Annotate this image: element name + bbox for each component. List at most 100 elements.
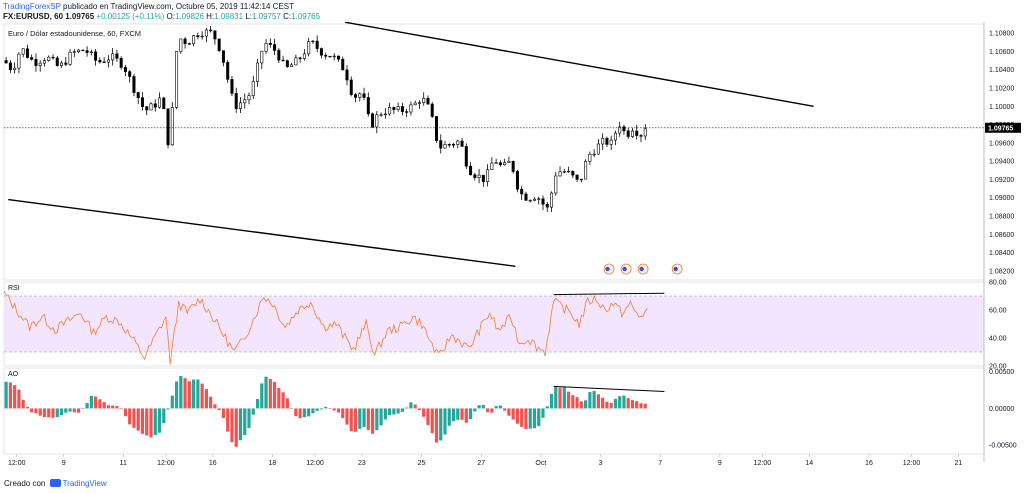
price-pane-title: Euro / Dólar estadounidense, 60, FXCM xyxy=(8,29,141,38)
ao-bar xyxy=(298,408,302,419)
ao-bar xyxy=(311,408,315,414)
ao-bar xyxy=(383,408,387,420)
price-pane[interactable]: Euro / Dólar estadounidense, 60, FXCM 1.1… xyxy=(3,22,1021,281)
tradingview-chart[interactable]: Euro / Dólar estadounidense, 60, FXCM 1.1… xyxy=(0,22,1024,476)
price-candle xyxy=(136,92,140,98)
price-candle xyxy=(294,57,298,66)
ao-bar xyxy=(575,397,579,409)
ao-bar xyxy=(566,391,571,409)
price-candle xyxy=(51,56,55,59)
price-candle xyxy=(77,49,81,53)
ao-bar xyxy=(486,408,490,413)
ao-bar xyxy=(149,408,153,438)
price-candle xyxy=(515,171,519,190)
price-candle xyxy=(273,44,277,51)
ao-bar xyxy=(622,395,626,409)
price-candle xyxy=(243,99,247,104)
price-candle xyxy=(375,114,379,128)
price-candle xyxy=(268,43,272,45)
flag-icon xyxy=(673,266,678,272)
ao-bar xyxy=(230,408,234,443)
price-candle xyxy=(341,58,345,71)
time-tick-label: 25 xyxy=(418,460,426,467)
price-tick-label: 1.08600 xyxy=(989,232,1014,239)
ao-bar xyxy=(468,408,473,420)
open-value: 1.09826 xyxy=(175,12,204,21)
price-candle xyxy=(528,199,532,202)
ao-bar xyxy=(145,408,149,436)
price-candle xyxy=(383,113,387,116)
price-pane-border xyxy=(3,23,985,281)
ao-bar xyxy=(405,407,409,409)
ao-bar xyxy=(294,408,298,417)
ao-bar xyxy=(123,408,128,417)
time-tick-label: 16 xyxy=(865,460,873,467)
ao-bar xyxy=(272,381,277,409)
channel-trendline[interactable] xyxy=(344,22,814,107)
price-candle xyxy=(68,51,72,65)
rsi-trendline[interactable] xyxy=(553,292,665,296)
ao-tick-label: -0.00500 xyxy=(989,443,1017,450)
price-candle xyxy=(567,170,571,173)
price-candle xyxy=(588,154,592,162)
rsi-pane-title: RSI xyxy=(8,285,20,292)
price-candle xyxy=(72,51,76,53)
ao-bar xyxy=(571,395,575,409)
ao-bar xyxy=(366,408,370,430)
ao-bar xyxy=(4,381,8,409)
price-candle xyxy=(238,102,242,109)
price-tick-label: 1.09200 xyxy=(989,177,1014,184)
rsi-pane[interactable]: RSI80.0060.0040.0020.00 xyxy=(3,280,1007,371)
change-value: +0.00125 (+0.11%) xyxy=(96,12,165,21)
price-candle xyxy=(230,79,234,94)
price-candle xyxy=(290,64,294,67)
price-candle xyxy=(520,188,524,195)
price-candle xyxy=(396,106,400,110)
ao-bar xyxy=(64,408,68,413)
author-name[interactable]: TradingForexSP xyxy=(3,2,61,11)
ao-bar xyxy=(541,408,545,418)
ao-trendline[interactable] xyxy=(553,385,665,393)
tradingview-link[interactable]: TradingView xyxy=(63,479,107,488)
ao-bar xyxy=(204,389,208,409)
ao-bar xyxy=(30,408,34,413)
price-candle xyxy=(413,102,417,106)
time-axis[interactable]: 12:00 9 11 12:00 16 18 12:00 23 25 27 Oct 3 7 9 12:00 1… xyxy=(8,454,962,467)
time-tick-label: 12:00 xyxy=(754,460,772,467)
price-candle xyxy=(592,153,596,156)
ao-bar xyxy=(85,403,89,409)
ao-bar xyxy=(264,376,268,409)
flag-icon xyxy=(605,266,610,272)
price-candle xyxy=(447,144,451,146)
ao-bar xyxy=(524,408,528,430)
symbol-legend: FX:EURUSD, 60 1.09765 +0.00125 (+0.11%) … xyxy=(3,12,321,21)
time-tick-label: 16 xyxy=(209,460,217,467)
ao-bar xyxy=(72,408,76,413)
ao-bar xyxy=(370,408,375,434)
time-tick-label: 12:00 xyxy=(8,460,26,467)
price-candle xyxy=(405,111,409,113)
price-candle xyxy=(545,203,549,208)
price-candle xyxy=(503,162,507,166)
ao-bar xyxy=(388,408,392,416)
ao-bar xyxy=(515,408,520,424)
ao-bar xyxy=(111,405,115,409)
ao-bar xyxy=(511,408,515,420)
time-tick-label: 21 xyxy=(955,460,963,467)
ao-bar xyxy=(643,403,647,409)
price-tick-label: 1.10000 xyxy=(989,104,1014,111)
price-candle xyxy=(217,38,221,51)
price-candle xyxy=(115,53,119,59)
channel-trendline[interactable] xyxy=(8,198,516,267)
ao-bar xyxy=(13,385,17,409)
ao-bar xyxy=(183,378,187,409)
ao-pane[interactable]: AO 0.00500 0.00000 -0.00500 xyxy=(3,367,1017,455)
time-tick-label: 9 xyxy=(62,460,66,467)
ao-bar xyxy=(21,399,25,409)
ao-bar xyxy=(358,408,362,429)
price-candle xyxy=(524,193,528,201)
price-candle xyxy=(469,165,473,176)
ao-bar xyxy=(639,403,643,409)
ao-bar xyxy=(609,402,613,409)
price-candle xyxy=(511,161,515,172)
